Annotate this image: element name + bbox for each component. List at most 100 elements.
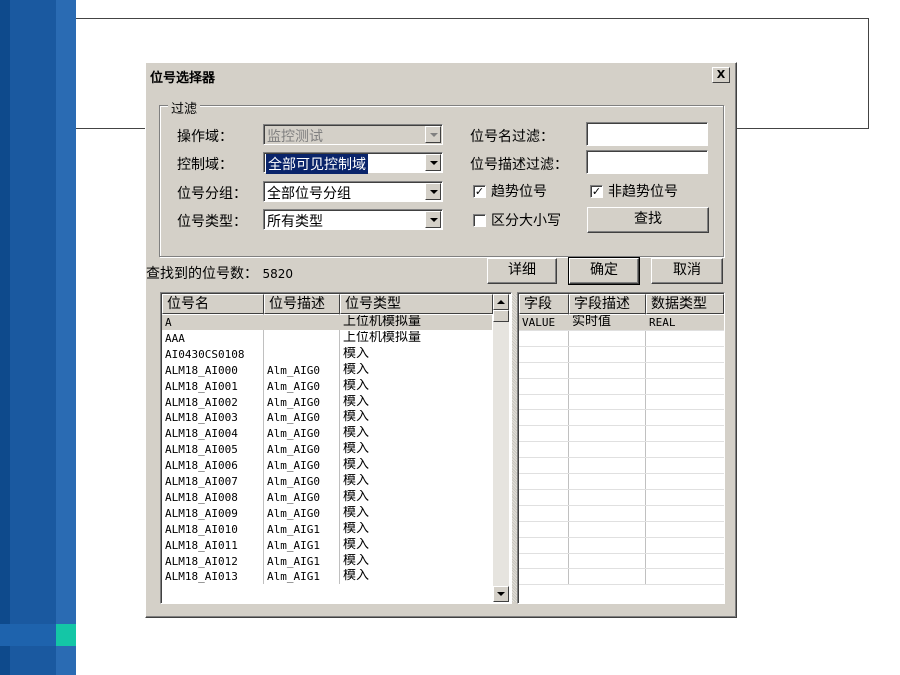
field-type-cell (646, 490, 724, 505)
field-row[interactable]: VALUE 实时值 REAL (519, 315, 724, 330)
field-name-cell (519, 363, 569, 378)
tag-row[interactable]: A 上位机模拟量 (162, 315, 492, 330)
tag-row[interactable]: ALM18_AI000 Alm_AIG0 模入 (162, 363, 492, 378)
tag-type-select[interactable]: 所有类型 (263, 209, 443, 230)
close-button[interactable]: X (712, 67, 730, 83)
desc-filter-input[interactable] (586, 150, 708, 174)
field-row[interactable] (519, 410, 724, 425)
tag-group-value: 全部位号分组 (267, 186, 351, 202)
tag-desc-cell: Alm_AIG1 (267, 570, 320, 584)
tag-row[interactable]: ALM18_AI003 Alm_AIG0 模入 (162, 410, 492, 425)
ok-button[interactable]: 确定 (568, 257, 640, 285)
cancel-button[interactable]: 取消 (651, 258, 723, 284)
tag-row[interactable]: ALM18_AI012 Alm_AIG1 模入 (162, 554, 492, 569)
found-count-value: 5820 (262, 267, 293, 281)
field-list[interactable]: 字段 字段描述 数据类型 VALUE 实时值 REAL (517, 292, 725, 604)
tag-group-label: 位号分组： (177, 186, 247, 202)
field-row[interactable] (519, 426, 724, 441)
tag-row[interactable]: ALM18_AI007 Alm_AIG0 模入 (162, 474, 492, 489)
column-header-data-type[interactable]: 数据类型 (646, 294, 724, 314)
tag-row[interactable]: ALM18_AI011 Alm_AIG1 模入 (162, 538, 492, 553)
field-name-cell (519, 522, 569, 537)
name-filter-label: 位号名过滤： (470, 129, 554, 145)
tag-row[interactable]: ALM18_AI004 Alm_AIG0 模入 (162, 426, 492, 441)
tag-row[interactable]: ALM18_AI009 Alm_AIG0 模入 (162, 506, 492, 521)
tag-row[interactable]: ALM18_AI013 Alm_AIG1 模入 (162, 569, 492, 584)
title-bar: 位号选择器 X (148, 65, 734, 86)
field-desc-cell (569, 458, 646, 473)
field-row[interactable] (519, 538, 724, 553)
tag-row[interactable]: AAA 上位机模拟量 (162, 331, 492, 346)
control-domain-value: 全部可见控制域 (266, 154, 368, 174)
trend-checkbox[interactable]: ✓ (473, 185, 486, 198)
field-desc-cell (569, 569, 646, 584)
field-name-cell (519, 442, 569, 457)
field-row[interactable] (519, 347, 724, 362)
tag-desc-cell: Alm_AIG1 (267, 554, 320, 568)
field-row[interactable] (519, 522, 724, 537)
control-domain-select[interactable]: 全部可见控制域 (263, 152, 443, 174)
field-desc-cell (569, 426, 646, 441)
close-icon: X (716, 68, 726, 81)
detail-button-label: 详细 (508, 262, 536, 278)
tag-row[interactable]: ALM18_AI002 Alm_AIG0 模入 (162, 395, 492, 410)
field-name-cell (519, 569, 569, 584)
tag-list[interactable]: 位号名 位号描述 位号类型 A 上位机模拟量 AAA 上位机模拟量 AI0430CS01… (160, 292, 512, 604)
tag-desc-cell: Alm_AIG0 (267, 490, 320, 504)
search-button[interactable]: 查找 (587, 207, 709, 233)
field-desc-cell (569, 331, 646, 346)
chevron-down-icon[interactable] (425, 154, 441, 171)
field-row[interactable] (519, 569, 724, 584)
tag-group-select[interactable]: 全部位号分组 (263, 181, 443, 202)
field-row[interactable] (519, 458, 724, 473)
field-type-cell (646, 363, 724, 378)
field-type-cell: REAL (649, 316, 676, 329)
slide-outline-line (76, 128, 144, 129)
field-desc-cell (569, 490, 646, 505)
field-type-cell (646, 379, 724, 394)
column-header-field[interactable]: 字段 (519, 294, 569, 314)
tag-row[interactable]: ALM18_AI008 Alm_AIG0 模入 (162, 490, 492, 505)
case-sensitive-checkbox[interactable] (473, 214, 486, 227)
tag-name-cell: ALM18_AI012 (165, 554, 238, 568)
slide-left-band (0, 0, 76, 675)
band-stripe (0, 0, 10, 675)
tag-name-cell: AI0430CS0108 (165, 347, 245, 361)
tag-row[interactable]: ALM18_AI001 Alm_AIG0 模入 (162, 379, 492, 394)
chevron-down-icon[interactable] (425, 183, 441, 200)
tag-row[interactable]: ALM18_AI005 Alm_AIG0 模入 (162, 442, 492, 457)
tag-type-cell: 模入 (343, 410, 370, 425)
tag-row[interactable]: ALM18_AI010 Alm_AIG1 模入 (162, 522, 492, 537)
scroll-up-arrow-icon[interactable] (493, 294, 509, 310)
column-header-tag-name[interactable]: 位号名 (162, 294, 264, 314)
column-header-tag-desc[interactable]: 位号描述 (264, 294, 340, 314)
field-row[interactable] (519, 442, 724, 457)
field-row[interactable] (519, 490, 724, 505)
field-row[interactable] (519, 379, 724, 394)
field-row[interactable] (519, 474, 724, 489)
field-row[interactable] (519, 363, 724, 378)
field-row[interactable] (519, 395, 724, 410)
scroll-thumb[interactable] (493, 310, 509, 322)
field-type-cell (646, 506, 724, 521)
column-header-field-desc[interactable]: 字段描述 (569, 294, 646, 314)
scroll-down-arrow-icon[interactable] (493, 586, 509, 602)
field-row[interactable] (519, 506, 724, 521)
chevron-down-icon[interactable] (425, 211, 441, 228)
tag-list-scrollbar[interactable] (493, 294, 509, 602)
field-row[interactable] (519, 331, 724, 346)
name-filter-input[interactable] (586, 122, 708, 146)
field-row[interactable] (519, 554, 724, 569)
band-teal-accent (56, 624, 76, 646)
tag-type-cell: 模入 (343, 569, 370, 584)
field-type-cell (646, 347, 724, 362)
tag-name-cell: ALM18_AI009 (165, 506, 238, 520)
found-label-text: 查找到的位号数： (146, 266, 258, 282)
tag-row[interactable]: ALM18_AI006 Alm_AIG0 模入 (162, 458, 492, 473)
detail-button[interactable]: 详细 (487, 258, 557, 284)
nontrend-checkbox[interactable]: ✓ (590, 185, 603, 198)
tag-row[interactable]: AI0430CS0108 模入 (162, 347, 492, 362)
tag-type-cell: 模入 (343, 426, 370, 441)
field-name-cell (519, 395, 569, 410)
column-header-tag-type[interactable]: 位号类型 (340, 294, 493, 314)
